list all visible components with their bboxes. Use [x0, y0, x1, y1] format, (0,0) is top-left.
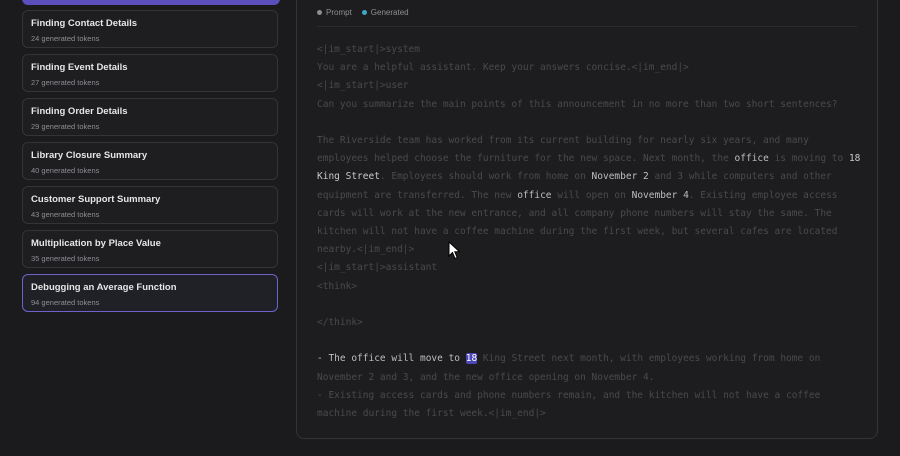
- text-segment: - The: [317, 353, 352, 365]
- sidebar-item-title: Customer Support Summary: [31, 194, 161, 205]
- legend-prompt-label: Prompt: [326, 8, 352, 17]
- sidebar-item-subtitle: 94 generated tokens: [31, 298, 100, 307]
- sidebar-item-title: Finding Contact Details: [31, 18, 138, 29]
- think-close-token: </think>: [317, 317, 363, 329]
- current-token[interactable]: 18: [465, 353, 478, 365]
- legend-divider: [317, 26, 857, 27]
- legend-generated: Generated: [361, 8, 409, 17]
- conversation-list: Finding Contact Details 24 generated tok…: [22, 0, 280, 456]
- generated-dot-icon: [361, 10, 367, 15]
- sidebar-item-finding-event-details[interactable]: Finding Event Details 27 generated token…: [22, 54, 278, 92]
- user-start-token: <|im_start|>user: [317, 80, 409, 92]
- announcement-text: The Riverside team has worked from its c…: [317, 135, 866, 255]
- sidebar-item-title: Library Closure Summary: [31, 150, 148, 161]
- sidebar-item-title: Finding Event Details: [31, 62, 128, 73]
- transcript-text: <|im_start|>system You are a helpful ass…: [317, 41, 862, 423]
- mouse-pointer-icon: [448, 241, 461, 260]
- text-segment: . Employees should work from home on: [379, 171, 592, 183]
- generated-line-1: - The office will move to 18 King Street…: [317, 353, 826, 383]
- sidebar-item-title: Debugging an Average Function: [31, 282, 177, 293]
- text-segment: office: [517, 189, 552, 201]
- sidebar-item-title: Finding Order Details: [31, 106, 128, 117]
- text-segment: office: [734, 153, 769, 165]
- generated-line-2: - Existing access cards and phone number…: [317, 389, 827, 420]
- sidebar-item-finding-contact-details[interactable]: Finding Contact Details 24 generated tok…: [22, 10, 278, 48]
- sidebar-item-subtitle: 40 generated tokens: [31, 166, 100, 175]
- sidebar-item-subtitle: 24 generated tokens: [31, 34, 100, 43]
- text-segment: office: [351, 353, 386, 365]
- sidebar-item-title: Multiplication by Place Value: [31, 238, 161, 249]
- sidebar-item-customer-support-summary[interactable]: Customer Support Summary 43 generated to…: [22, 186, 278, 224]
- sidebar-item-debugging-average-function[interactable]: Debugging an Average Function 94 generat…: [22, 274, 278, 312]
- selected-card-edge[interactable]: [22, 0, 280, 5]
- legend-prompt: Prompt: [317, 8, 352, 17]
- sidebar-item-subtitle: 35 generated tokens: [31, 254, 100, 263]
- prompt-dot-icon: [317, 10, 322, 15]
- sidebar-item-finding-order-details[interactable]: Finding Order Details 29 generated token…: [22, 98, 278, 136]
- token-legend: Prompt Generated: [317, 8, 409, 17]
- system-start-token: <|im_start|>system: [317, 44, 420, 55]
- sidebar-item-library-closure-summary[interactable]: Library Closure Summary 40 generated tok…: [22, 142, 278, 180]
- text-segment: will move to: [385, 353, 466, 365]
- transcript-panel: Prompt Generated <|im_start|>system You …: [296, 0, 878, 439]
- think-open-token: <think>: [317, 280, 358, 292]
- text-segment: November 2: [591, 171, 649, 183]
- sidebar-item-multiplication-by-place-value[interactable]: Multiplication by Place Value 35 generat…: [22, 230, 278, 268]
- sidebar-item-subtitle: 29 generated tokens: [31, 122, 100, 131]
- legend-generated-label: Generated: [370, 8, 409, 17]
- text-segment: will open on: [551, 189, 632, 201]
- sidebar-item-subtitle: 43 generated tokens: [31, 210, 100, 219]
- assistant-start-token: <|im_start|>assistant: [317, 262, 438, 274]
- system-message: You are a helpful assistant. Keep your a…: [317, 62, 689, 74]
- text-segment: is moving to: [768, 153, 849, 165]
- user-question: Can you summarize the main points of thi…: [317, 98, 838, 110]
- sidebar-item-subtitle: 27 generated tokens: [31, 78, 100, 87]
- text-segment: November 4: [631, 189, 689, 201]
